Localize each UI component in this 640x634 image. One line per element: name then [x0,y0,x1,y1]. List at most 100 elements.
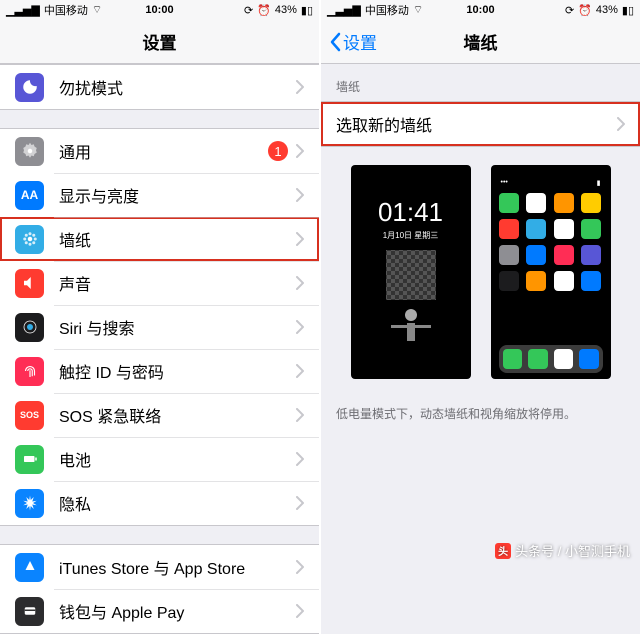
page-title: 设置 [143,29,177,54]
wallpaper-previews: 01:41 1月10日 星期三 •••▮ [321,147,640,397]
row-label: 墙纸 [59,227,296,251]
touchid-icon [15,357,44,386]
settings-row-touchid[interactable]: 触控 ID 与密码 [0,349,319,393]
settings-screen: ▁▃▅▇中国移动⌔ 10:00 ⟳⏰43%▮▯ 设置 勿扰模式 通用1AA显示与… [0,0,319,634]
settings-row-battery[interactable]: 电池 [0,437,319,481]
chevron-right-icon [296,560,304,574]
wallet-icon [15,597,44,626]
settings-row-flower[interactable]: 墙纸 [0,217,319,261]
chevron-right-icon [296,496,304,510]
clock-label: 10:00 [466,4,494,16]
alarm-icon: ⏰ [578,4,592,17]
app-icon [554,271,574,291]
dock [499,345,603,373]
app-icon [554,219,574,239]
settings-group: 通用1AA显示与亮度墙纸声音Siri 与搜索触控 ID 与密码SOSSOS 紧急… [0,128,319,526]
battery-label: 43% [275,4,297,16]
row-label: 声音 [59,271,296,295]
settings-row-sos[interactable]: SOS SOS 紧急联络 [0,393,319,437]
settings-row-speaker[interactable]: 声音 [0,261,319,305]
row-label: SOS 紧急联络 [59,403,296,427]
row-label: iTunes Store 与 App Store [59,555,296,579]
preview-statusbar: •••▮ [499,179,603,187]
app-icon [554,245,574,265]
flower-icon [15,225,44,254]
watermark-logo-icon: 头 [495,543,511,559]
settings-row-wallet[interactable]: 钱包与 Apple Pay [0,589,319,633]
nav-bar: 设置 墙纸 [321,20,640,64]
home-grid [499,193,603,291]
app-icon [526,219,546,239]
chevron-right-icon [296,408,304,422]
status-bar: ▁▃▅▇中国移动⌔ 10:00 ⟳⏰43%▮▯ [0,0,319,20]
app-icon [499,219,519,239]
sos-icon: SOS [15,401,44,430]
settings-row-moon[interactable]: 勿扰模式 [0,65,319,109]
app-icon [581,245,601,265]
safari-app-icon [579,349,599,369]
battery-label: 43% [596,4,618,16]
chevron-right-icon [296,144,304,158]
moon-icon [15,73,44,102]
lock-screen-preview[interactable]: 01:41 1月10日 星期三 [351,165,471,379]
clock-label: 10:00 [145,4,173,16]
lock-date: 1月10日 星期三 [351,230,471,241]
lock-time: 01:41 [351,197,471,228]
chevron-right-icon [296,232,304,246]
app-icon [526,245,546,265]
row-label: 选取新的墙纸 [336,112,617,136]
nav-bar: 设置 [0,20,319,64]
settings-row-siri[interactable]: Siri 与搜索 [0,305,319,349]
choose-group: 选取新的墙纸 [321,101,640,147]
alarm-icon: ⏰ [257,4,271,17]
battery-icon [15,445,44,474]
row-label: Siri 与搜索 [59,315,296,339]
siri-icon [15,313,44,342]
footer-note: 低电量模式下，动态墙纸和视角缩放将停用。 [321,397,640,430]
row-label: 勿扰模式 [59,75,296,99]
home-screen-preview[interactable]: •••▮ [491,165,611,379]
chevron-right-icon [296,320,304,334]
lock-icon: ⟳ [244,4,253,17]
watermark: 头 头条号 / 小智测手机 [495,541,630,560]
carrier-label: 中国移动 [365,2,409,18]
status-bar: ▁▃▅▇中国移动⌔ 10:00 ⟳⏰43%▮▯ [321,0,640,20]
battery-icon: ▮▯ [301,4,313,17]
app-icon [499,193,519,213]
chevron-right-icon [617,117,625,131]
app-icon [526,193,546,213]
speaker-icon [15,269,44,298]
row-label: 钱包与 Apple Pay [59,599,296,623]
settings-row-appstore[interactable]: iTunes Store 与 App Store [0,545,319,589]
row-label: 显示与亮度 [59,183,296,207]
row-label: 电池 [59,447,296,471]
app-icon [581,219,601,239]
badge: 1 [268,141,288,161]
pixelated-region [386,250,436,300]
row-label: 通用 [59,139,268,163]
settings-group: iTunes Store 与 App Store 钱包与 Apple Pay [0,544,319,634]
gear-icon [15,137,44,166]
settings-row-hand[interactable]: 隐私 [0,481,319,525]
chevron-right-icon [296,364,304,378]
back-button[interactable]: 设置 [329,29,377,54]
settings-list[interactable]: 勿扰模式 通用1AA显示与亮度墙纸声音Siri 与搜索触控 ID 与密码SOSS… [0,64,319,634]
phone-app-icon [503,349,523,369]
settings-row-aa[interactable]: AA显示与亮度 [0,173,319,217]
wifi-icon: ⌔ [413,3,423,17]
app-icon [526,271,546,291]
mail-app-icon [554,349,574,369]
wallpaper-screen: ▁▃▅▇中国移动⌔ 10:00 ⟳⏰43%▮▯ 设置 墙纸 墙纸 选取新的墙纸 … [321,0,640,634]
settings-row-gear[interactable]: 通用1 [0,129,319,173]
choose-wallpaper-row[interactable]: 选取新的墙纸 [321,102,640,146]
signal-icon: ▁▃▅▇ [327,4,361,17]
chevron-right-icon [296,604,304,618]
carrier-label: 中国移动 [44,2,88,18]
app-icon [581,271,601,291]
page-title: 墙纸 [464,29,498,54]
chevron-left-icon [329,32,341,52]
app-icon [581,193,601,213]
battery-icon: ▮▯ [622,4,634,17]
app-icon [554,193,574,213]
settings-group: 勿扰模式 [0,64,319,110]
